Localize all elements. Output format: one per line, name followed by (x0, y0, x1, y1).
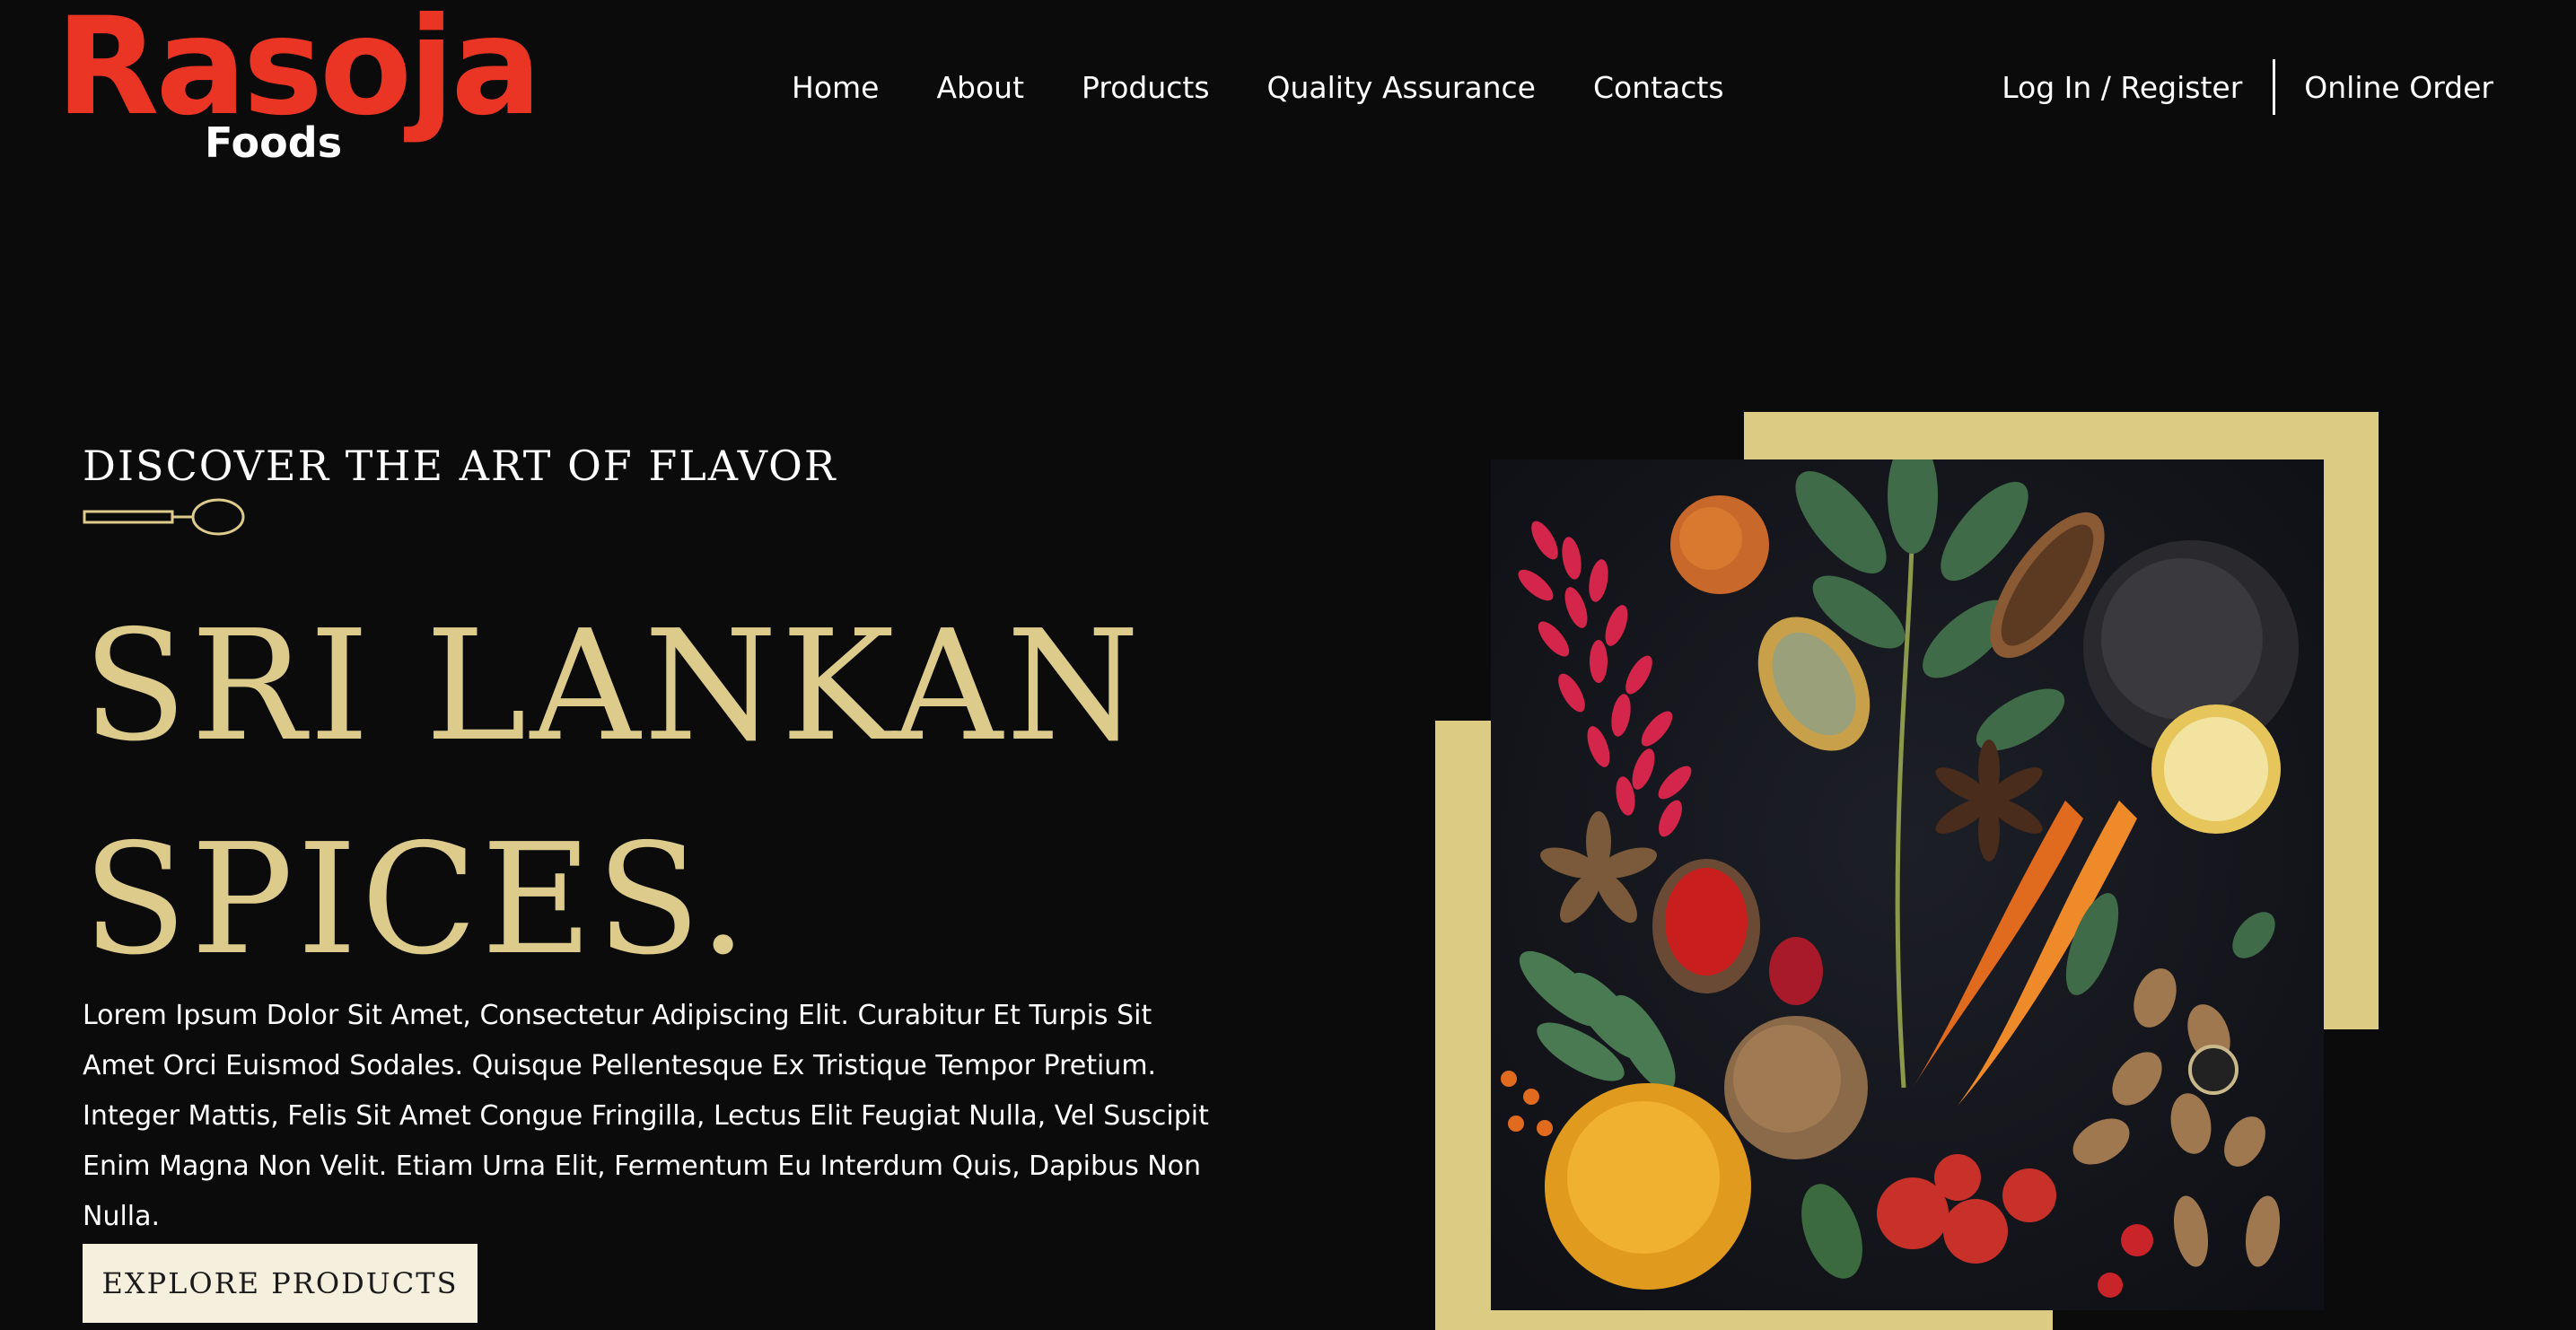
hero-title-line-2: SPICES. (83, 811, 751, 989)
account-nav: Log In / Register Online Order (2002, 59, 2493, 115)
hero-title-line-1: SRI LANKAN (83, 598, 1143, 775)
nav-about[interactable]: About (936, 70, 1024, 105)
explore-products-button[interactable]: EXPLORE PRODUCTS (83, 1244, 478, 1323)
login-register-link[interactable]: Log In / Register (2002, 70, 2242, 105)
nav-quality-assurance[interactable]: Quality Assurance (1267, 70, 1536, 105)
brand-name: Rasoja (56, 0, 542, 145)
spoon-icon (83, 498, 245, 536)
hero-eyebrow: DISCOVER THE ART OF FLAVOR (83, 442, 837, 490)
nav-products[interactable]: Products (1082, 70, 1210, 105)
nav-contacts[interactable]: Contacts (1593, 70, 1724, 105)
hero-title: SRI LANKAN SPICES. (83, 580, 1249, 1007)
spices-image (1491, 459, 2324, 1310)
nav-divider (2273, 59, 2276, 115)
hero-description: Lorem Ipsum Dolor Sit Amet, Consectetur … (83, 1000, 1209, 1232)
main-nav: Home About Products Quality Assurance Co… (792, 65, 1724, 109)
nav-home[interactable]: Home (792, 70, 879, 105)
brand-logo[interactable]: Rasoja Foods (56, 0, 542, 171)
online-order-link[interactable]: Online Order (2304, 70, 2493, 105)
brand-tagline: Foods (205, 118, 343, 167)
